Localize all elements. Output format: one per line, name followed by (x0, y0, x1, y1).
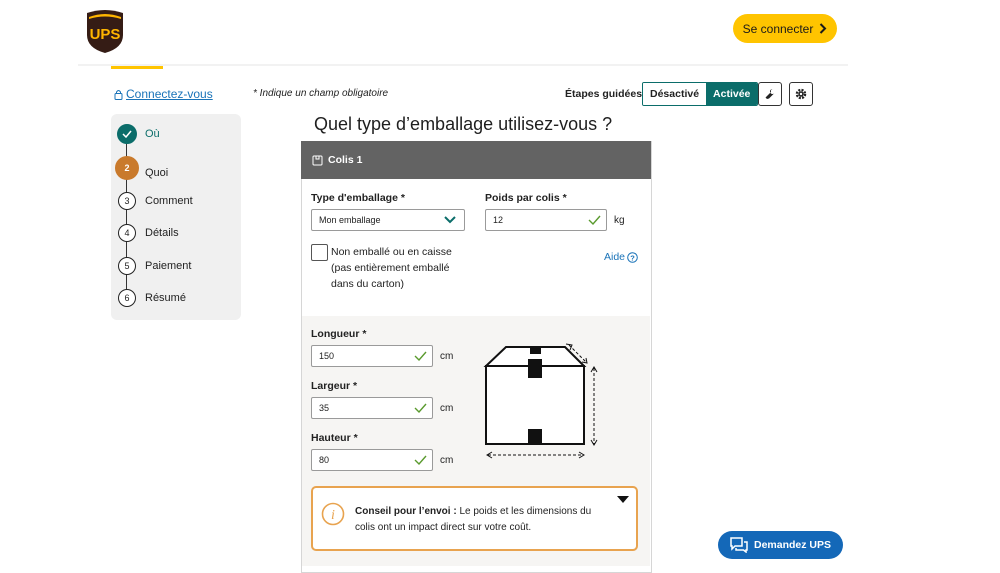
weight-input[interactable]: 12 (485, 209, 607, 231)
height-input[interactable]: 80 (311, 449, 433, 471)
guided-steps-toggle: Désactivé Activée (642, 82, 759, 106)
step-5-label: Paiement (145, 260, 192, 272)
length-unit: cm (440, 351, 454, 362)
step-6-label: Résumé (145, 292, 186, 304)
valid-check-icon (414, 403, 427, 413)
valid-check-icon (414, 455, 427, 465)
check-icon (122, 130, 132, 138)
logo-text: UPS (90, 26, 121, 43)
sign-in-label: Se connecter (742, 21, 814, 36)
package-card-header: Colis 1 (301, 141, 651, 179)
gear-icon (795, 88, 807, 100)
width-unit: cm (440, 403, 454, 414)
valid-check-icon (588, 215, 601, 225)
valid-check-icon (414, 351, 427, 361)
toggle-off-option[interactable]: Désactivé (643, 83, 707, 105)
width-label: Largeur * (311, 380, 358, 392)
caret-down-icon[interactable] (617, 496, 629, 504)
svg-text:i: i (331, 508, 335, 523)
height-label: Hauteur * (311, 432, 358, 444)
step-2-circle: 2 (115, 156, 139, 180)
width-value: 35 (319, 403, 330, 413)
help-label: Aide (604, 251, 626, 263)
tools-button[interactable] (758, 82, 782, 106)
tip-bold: Conseil pour l’envoi : (355, 506, 457, 517)
required-note: * Indique un champ obligatoire (253, 88, 389, 99)
chevron-down-icon (444, 216, 456, 224)
chat-bubbles-icon (730, 537, 748, 553)
step-4-label: Détails (145, 227, 179, 239)
step-4-circle: 4 (118, 224, 136, 242)
weight-value: 12 (493, 215, 504, 225)
package-title: Colis 1 (328, 154, 363, 166)
lock-icon (114, 89, 123, 100)
package-icon (312, 155, 323, 166)
width-input[interactable]: 35 (311, 397, 433, 419)
packaging-type-select[interactable]: Mon emballage (311, 209, 465, 231)
question-circle-icon: ? (627, 251, 638, 263)
toggle-on-option[interactable]: Activée (706, 83, 758, 105)
sign-in-button[interactable]: Se connecter (733, 14, 837, 43)
help-link[interactable]: Aide ? (604, 251, 638, 263)
settings-button[interactable] (789, 82, 813, 106)
step-2-label: Quoi (145, 167, 169, 179)
header-divider (78, 64, 848, 66)
connect-link-label: Connectez-vous (126, 87, 213, 101)
packaging-type-label: Type d'emballage * (311, 192, 405, 204)
wrench-icon (765, 89, 775, 99)
shipping-tip-text: Conseil pour l’envoi : Le poids et les d… (355, 504, 605, 536)
guided-steps-label: Étapes guidées (565, 88, 643, 100)
height-value: 80 (319, 455, 330, 465)
weight-unit: kg (614, 215, 625, 226)
step-3-label: Comment (145, 195, 193, 207)
length-input[interactable]: 150 (311, 345, 433, 367)
length-label: Longueur * (311, 328, 367, 340)
svg-text:?: ? (630, 253, 635, 262)
connect-link[interactable]: Connectez-vous (114, 87, 213, 101)
step-3-circle: 3 (118, 192, 136, 210)
height-unit: cm (440, 455, 454, 466)
step-1-circle[interactable] (117, 124, 137, 144)
chevron-right-icon (820, 23, 827, 34)
step-1-label[interactable]: Où (145, 128, 160, 140)
page-title: Quel type d’emballage utilisez-vous ? (314, 114, 613, 134)
packaging-type-value: Mon emballage (319, 215, 381, 225)
weight-label: Poids par colis * (485, 192, 567, 204)
chat-label: Demandez UPS (753, 539, 832, 551)
length-value: 150 (319, 351, 335, 361)
box-dimensions-illustration (483, 343, 598, 459)
info-icon: i (321, 502, 345, 526)
unpacked-checkbox-label[interactable]: Non emballé ou en caisse (pas entièremen… (331, 244, 471, 292)
unpacked-checkbox[interactable] (311, 244, 328, 261)
header-accent-bar (111, 66, 163, 69)
step-6-circle: 6 (118, 289, 136, 307)
ask-ups-chat-button[interactable]: Demandez UPS (718, 531, 843, 559)
step-5-circle: 5 (118, 257, 136, 275)
ups-logo[interactable]: UPS (85, 8, 125, 54)
